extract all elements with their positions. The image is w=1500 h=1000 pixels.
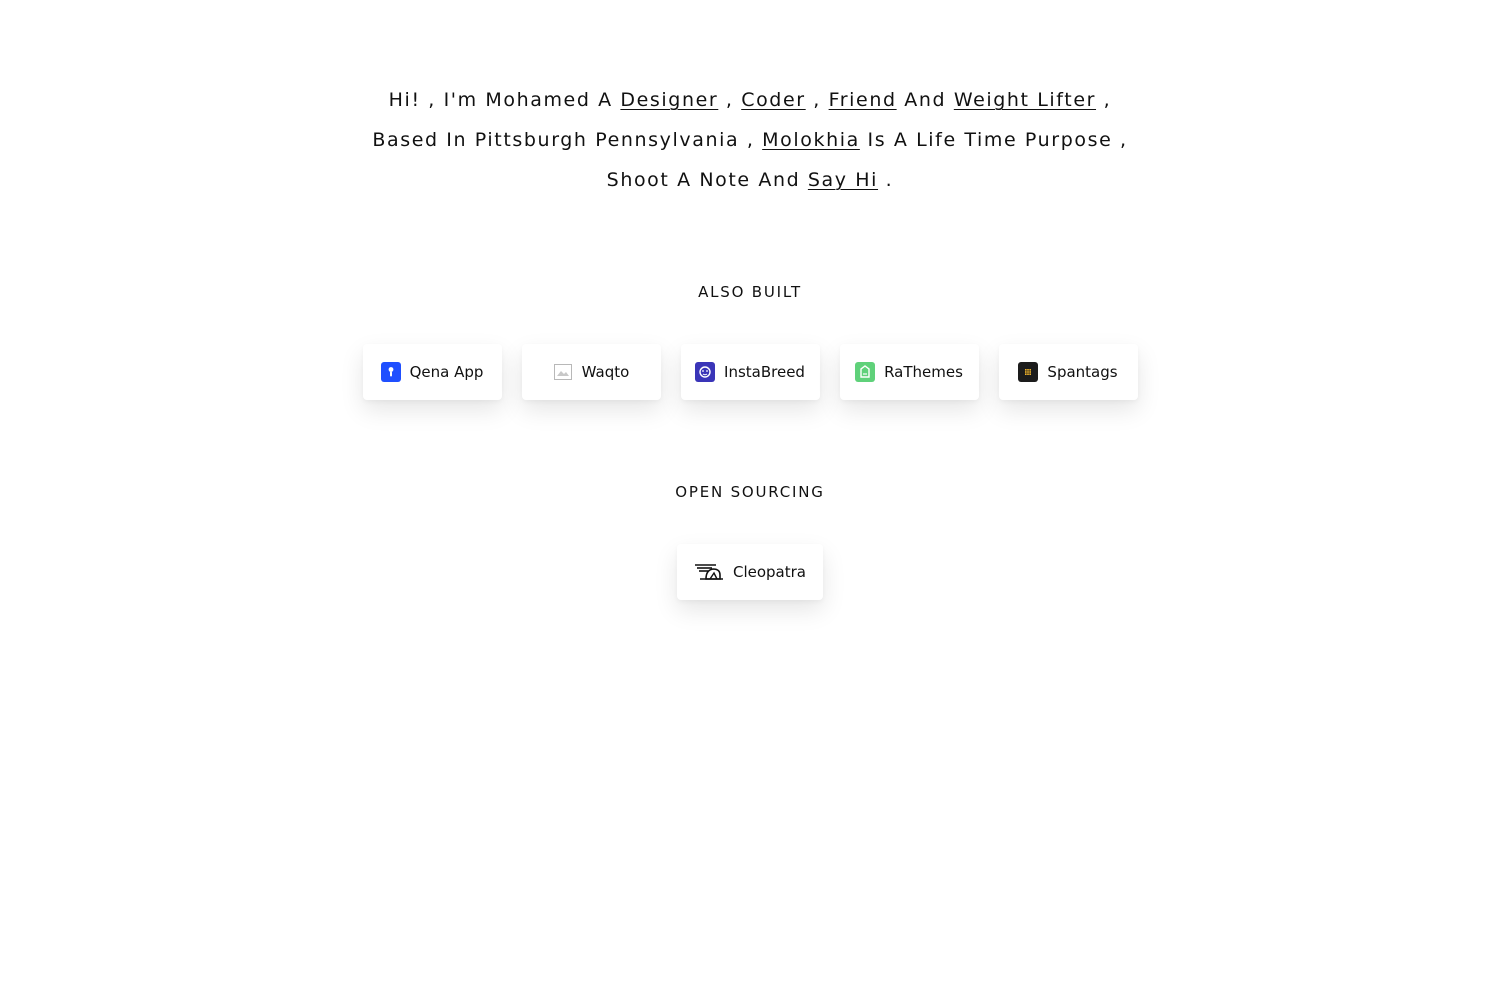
qena-app-logo-icon (380, 362, 401, 382)
cleopatra-label: Cleopatra (732, 563, 806, 581)
open-sourcing-list: Cleopatra (0, 544, 1500, 600)
say-hi-link[interactable]: Say Hi (808, 169, 878, 191)
intro-text: Is A Life Time Purpose , (859, 129, 1128, 151)
waqto-card[interactable]: Waqto (521, 344, 661, 400)
rathemes-card[interactable]: RaThemes (839, 344, 979, 400)
spantags-logo-icon (1018, 362, 1039, 382)
intro-text: Hi! , I'm Mohamed A (388, 89, 621, 111)
also-built-list: Qena App Waqto InstaBreed RaThemes Spant… (0, 344, 1500, 400)
intro-line-1: Hi! , I'm Mohamed A Designer , Coder , F… (0, 80, 1500, 120)
intro-text: , (805, 89, 829, 111)
instabreed-label: InstaBreed (724, 363, 805, 381)
broken-image-icon (553, 362, 573, 382)
qena-app-card[interactable]: Qena App (362, 344, 502, 400)
friend-link[interactable]: Friend (829, 89, 897, 111)
intro-text: Based In Pittsburgh Pennsylvania , (372, 129, 763, 151)
intro-paragraph: Hi! , I'm Mohamed A Designer , Coder , F… (0, 80, 1500, 200)
rathemes-label: RaThemes (884, 363, 963, 381)
also-built-heading: ALSO BUILT (698, 283, 802, 301)
qena-app-label: Qena App (409, 363, 484, 381)
coder-link[interactable]: Coder (741, 89, 805, 111)
designer-link[interactable]: Designer (620, 89, 718, 111)
intro-line-2: Based In Pittsburgh Pennsylvania , Molok… (0, 120, 1500, 160)
intro-text: . (878, 169, 894, 191)
intro-text: , (718, 89, 742, 111)
molokhia-link[interactable]: Molokhia (762, 129, 860, 151)
cleopatra-card[interactable]: Cleopatra (677, 544, 823, 600)
spantags-card[interactable]: Spantags (998, 344, 1138, 400)
weight-lifter-link[interactable]: Weight Lifter (954, 89, 1096, 111)
spantags-label: Spantags (1047, 363, 1118, 381)
intro-line-3: Shoot A Note And Say Hi . (0, 160, 1500, 200)
cleopatra-logo-icon (694, 562, 724, 582)
intro-text: , (1096, 89, 1112, 111)
waqto-label: Waqto (581, 363, 630, 381)
instabreed-card[interactable]: InstaBreed (680, 344, 820, 400)
rathemes-logo-icon (855, 362, 876, 382)
intro-text: And (896, 89, 954, 111)
intro-text: Shoot A Note And (606, 169, 808, 191)
open-sourcing-heading: OPEN SOURCING (675, 483, 825, 501)
instabreed-logo-icon (695, 362, 716, 382)
